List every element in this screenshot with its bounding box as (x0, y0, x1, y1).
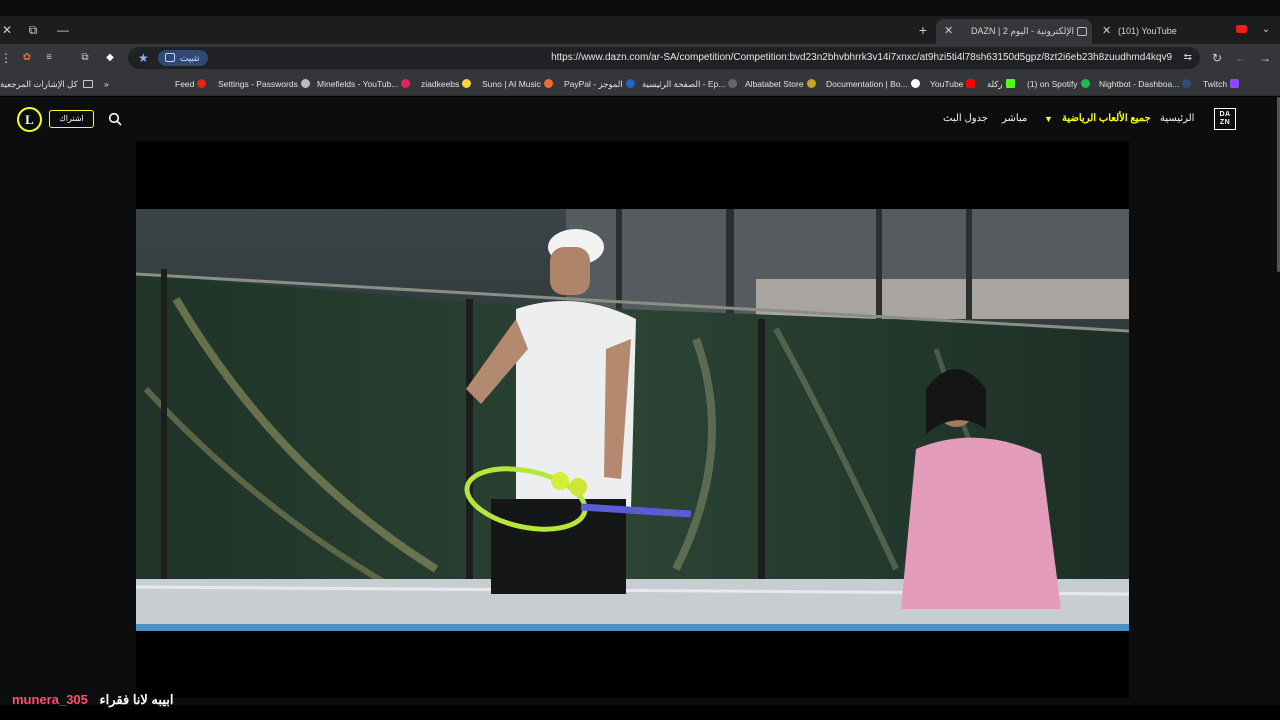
dazn-nav: DA ZN الرئيسية جميع الألعاب الرياضية ▼ م… (0, 97, 1280, 141)
tab-youtube[interactable]: ✕ (101) YouTube (1096, 19, 1226, 44)
kick-icon (1005, 79, 1015, 88)
bookmark-label: Feed (175, 79, 195, 89)
bookmark-item[interactable]: Nightbot - Dashboa... (1099, 72, 1194, 96)
nav-live[interactable]: مباشر (1002, 97, 1027, 141)
bookmark-label: PayPal - الموجز (564, 79, 623, 89)
tab-label: (101) YouTube (1118, 26, 1177, 36)
chat-username: munera_305 (12, 692, 88, 707)
bookmark-item[interactable]: Feed (175, 72, 209, 96)
logo-top: DA (1219, 111, 1231, 118)
install-icon (165, 53, 175, 62)
site-info-icon[interactable]: ⇆ (1184, 47, 1192, 69)
extension-diamond-icon[interactable]: ◆ (103, 51, 117, 65)
youtube-favicon-icon (1236, 25, 1247, 33)
albatabet-icon (806, 79, 816, 88)
bookmark-item[interactable]: PayPal - الموجز (564, 72, 638, 96)
tab-close-icon[interactable]: ✕ (944, 19, 953, 44)
docs-icon (910, 79, 920, 88)
bookmark-label: Twitch (1203, 79, 1228, 89)
dazn-logo[interactable]: DA ZN (1214, 108, 1236, 130)
spotify-icon (1080, 79, 1090, 88)
feed-icon (197, 79, 207, 88)
bookmark-item[interactable]: Documentation | Bo... (826, 72, 923, 96)
extension-icon[interactable]: ✿ (20, 51, 34, 65)
new-tab-button[interactable]: + (914, 16, 932, 44)
nav-all-sports[interactable]: جميع الألعاب الرياضية (1062, 97, 1151, 141)
bookmark-item[interactable]: Twitch (1203, 72, 1242, 96)
folder-icon (83, 80, 94, 88)
bookmark-item[interactable]: الصفحة الرئيسية - Ep... (642, 72, 740, 96)
tab-close-icon[interactable]: ✕ (1102, 19, 1111, 44)
ziadkeebs-icon (462, 79, 472, 88)
install-app-button[interactable]: تثبيت (158, 50, 208, 66)
bookmark-item[interactable]: ziadkeebs (421, 72, 474, 96)
install-label: تثبيت (180, 53, 200, 63)
bookmark-label: Albatabet Store (745, 79, 804, 89)
bookmark-item[interactable]: (1) on Spotify (1027, 72, 1093, 96)
page-icon (728, 79, 738, 88)
logo-bottom: ZN (1219, 119, 1231, 126)
paypal-icon (625, 79, 635, 88)
tennis-scene-image (136, 209, 1129, 631)
chat-caption: munera_305 ابيبه لانا فقراء (12, 692, 173, 708)
bookmark-label: ركلة (987, 79, 1003, 89)
back-icon[interactable]: → (1254, 44, 1276, 72)
bottom-strip (0, 705, 1280, 720)
window-minimize-icon[interactable]: — (48, 16, 78, 44)
tab-bar: ✕ ⧉ — ✕ DAZN | الإلكترونية - اليوم 2 ✕ (… (0, 16, 1280, 44)
gear-icon (300, 79, 310, 88)
reload-icon[interactable]: ↻ (1206, 44, 1228, 72)
tab-favicon-icon (1077, 27, 1087, 36)
bookmark-label: Minefields - YouTub... (317, 79, 399, 89)
bookmark-label: Settings - Passwords (218, 79, 298, 89)
bookmark-all-folder[interactable]: كل الإشارات المرجعية (0, 72, 94, 96)
bookmark-label: الصفحة الرئيسية - Ep... (642, 79, 726, 89)
extensions-puzzle-icon[interactable]: ⧉ (78, 51, 92, 65)
bookmark-label: Nightbot - Dashboa... (1099, 79, 1180, 89)
bookmarks-more-button[interactable]: » (104, 72, 109, 96)
dazn-page: DA ZN الرئيسية جميع الألعاب الرياضية ▼ م… (0, 97, 1280, 705)
nightbot-icon (1182, 79, 1192, 88)
bookmark-star-icon[interactable]: ★ (138, 47, 149, 69)
bookmark-item[interactable]: Albatabet Store (745, 72, 819, 96)
profile-avatar[interactable]: L (17, 107, 42, 132)
bookmark-label: كل الإشارات المرجعية (0, 79, 78, 89)
youtube-icon (966, 79, 976, 88)
window-close-icon[interactable]: ✕ (0, 16, 14, 44)
video-player[interactable] (136, 141, 1129, 698)
bookmark-label: ziadkeebs (421, 79, 460, 89)
youtube-channel-icon (401, 79, 411, 88)
bookmark-item[interactable]: YouTube (930, 72, 978, 96)
tab-dazn[interactable]: ✕ DAZN | الإلكترونية - اليوم 2 (936, 19, 1092, 44)
bookmark-label: (1) on Spotify (1027, 79, 1078, 89)
bookmark-item[interactable]: Suno | AI Music (482, 72, 556, 96)
forward-icon[interactable]: ← (1230, 44, 1252, 72)
bookmarks-bar: » كل الإشارات المرجعية Feed Settings - P… (0, 72, 1280, 96)
nav-home[interactable]: الرئيسية (1160, 97, 1194, 141)
chat-message: ابيبه لانا فقراء (99, 692, 174, 707)
bookmark-item[interactable]: Minefields - YouTub... (317, 72, 413, 96)
media-control-icon[interactable]: ≡ (42, 51, 56, 65)
omnibox[interactable]: ★ تثبيت https://www.dazn.com/ar-SA/compe… (128, 47, 1200, 69)
bookmark-label: YouTube (930, 79, 964, 89)
tab-label: DAZN | الإلكترونية - اليوم 2 (971, 26, 1074, 36)
suno-icon (543, 79, 553, 88)
twitch-icon (1230, 79, 1240, 88)
bookmark-label: Suno | AI Music (482, 79, 541, 89)
video-frame (136, 209, 1129, 631)
nav-schedule[interactable]: جدول البث (943, 97, 988, 141)
address-bar: ★ تثبيت https://www.dazn.com/ar-SA/compe… (0, 44, 1280, 72)
search-icon[interactable] (108, 112, 122, 126)
bookmark-item[interactable]: ركلة (987, 72, 1018, 96)
chevron-down-icon[interactable]: ▼ (1044, 97, 1053, 141)
bookmark-item[interactable]: Settings - Passwords (218, 72, 313, 96)
window-restore-icon[interactable]: ⧉ (18, 16, 48, 44)
bookmark-label: Documentation | Bo... (826, 79, 908, 89)
subscribe-button[interactable]: اشتراك (49, 110, 94, 128)
url-text[interactable]: https://www.dazn.com/ar-SA/competition/C… (551, 47, 1172, 69)
title-strip (0, 0, 1280, 16)
tab-search-icon[interactable]: ⌄ (1258, 16, 1274, 44)
menu-icon[interactable]: ⋮ (0, 44, 12, 72)
